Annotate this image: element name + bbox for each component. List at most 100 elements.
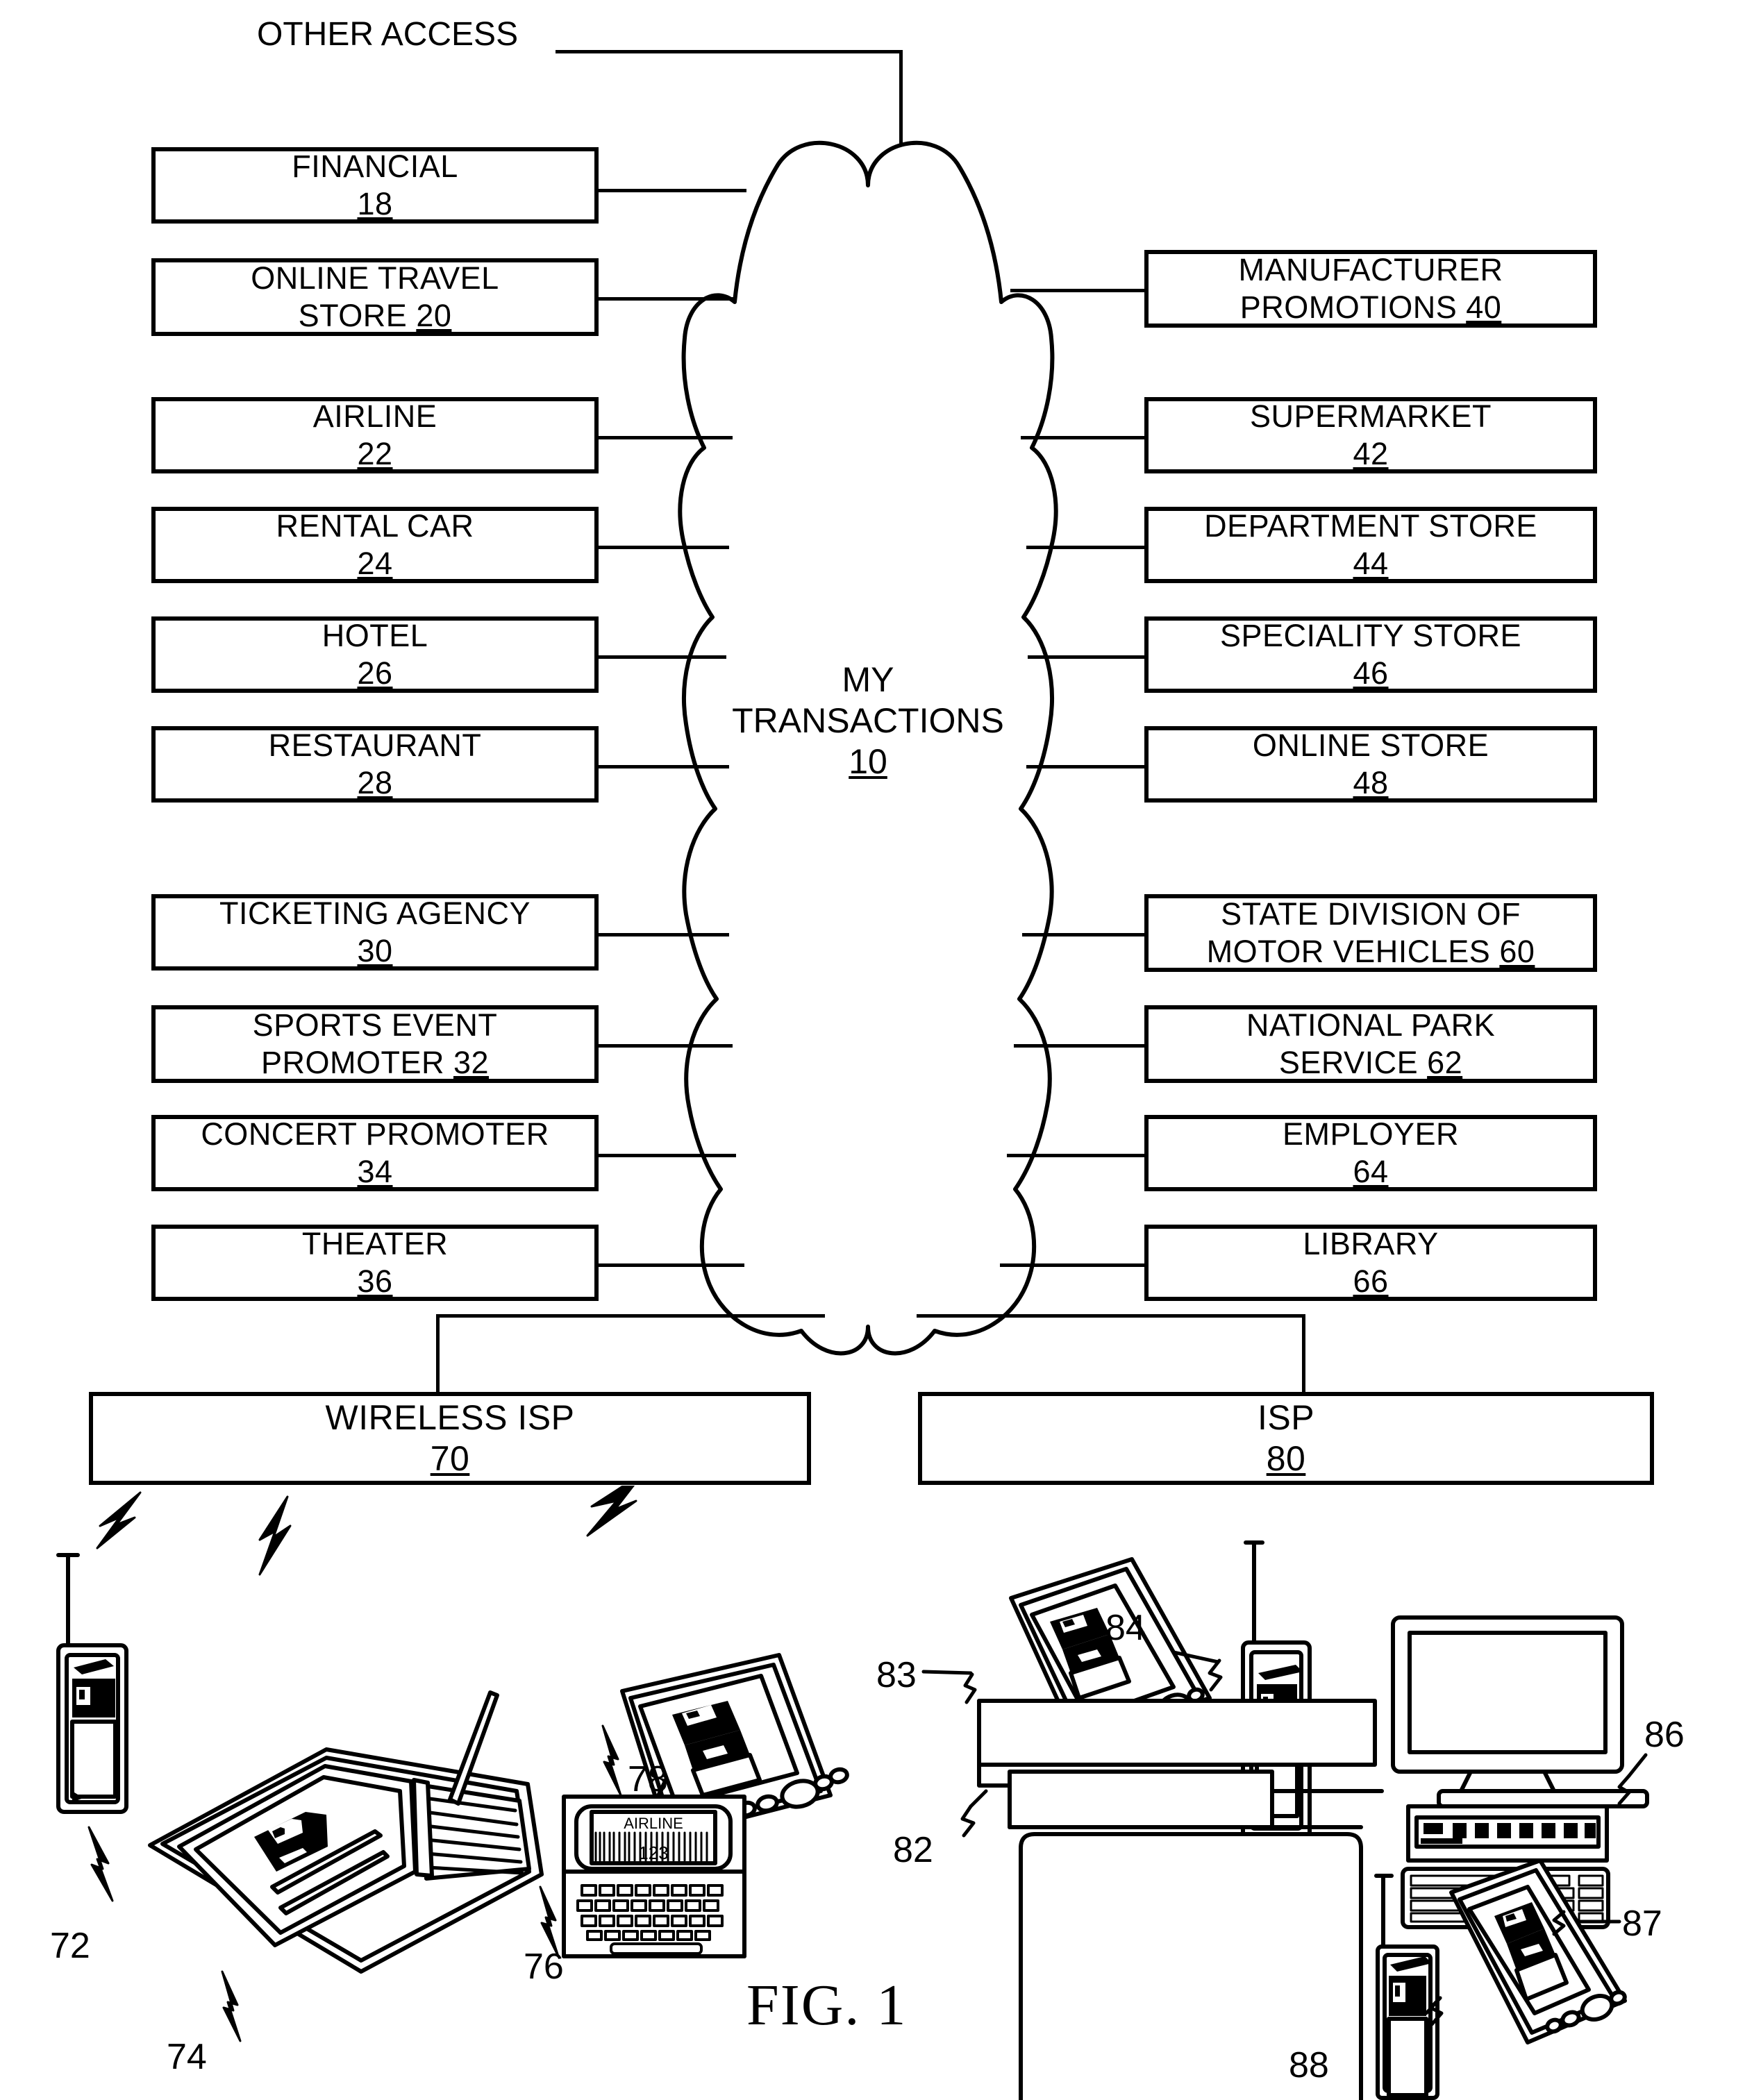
node-national-park-service-title: NATIONAL PARK bbox=[1246, 1007, 1496, 1043]
node-supermarket-ref: 42 bbox=[1353, 436, 1389, 471]
node-online-store[interactable]: ONLINE STORE 48 bbox=[1144, 726, 1597, 803]
hub-cloud: MY TRANSACTIONS 10 bbox=[660, 121, 1076, 1378]
node-supermarket[interactable]: SUPERMARKET 42 bbox=[1144, 397, 1597, 473]
node-financial-ref: 18 bbox=[357, 186, 393, 221]
node-manufacturer-promotions-title: MANUFACTURER bbox=[1238, 252, 1503, 288]
leader-line-82 bbox=[960, 1804, 976, 1838]
leader-line-84 bbox=[1208, 1658, 1223, 1692]
node-speciality-store[interactable]: SPECIALITY STORE 46 bbox=[1144, 616, 1597, 693]
node-rental-car[interactable]: RENTAL CAR 24 bbox=[151, 507, 599, 583]
node-concert-promoter-ref: 34 bbox=[357, 1154, 393, 1189]
leader-line-76 bbox=[539, 1885, 560, 1958]
wireless-isp-connector-vertical bbox=[436, 1314, 440, 1394]
node-employer-ref: 64 bbox=[1353, 1154, 1389, 1189]
ref-number-86: 86 bbox=[1644, 1715, 1685, 1755]
figure-caption: FIG. 1 bbox=[746, 1973, 908, 2038]
node-theater[interactable]: THEATER 36 bbox=[151, 1225, 599, 1301]
ticket-title-text: AIRLINE bbox=[624, 1815, 683, 1832]
node-rental-car-title: RENTAL CAR bbox=[276, 508, 474, 544]
node-concert-promoter[interactable]: CONCERT PROMOTER 34 bbox=[151, 1115, 599, 1191]
node-department-store-ref: 44 bbox=[1353, 546, 1389, 581]
connector-supermarket bbox=[1021, 436, 1146, 439]
node-department-store-title: DEPARTMENT STORE bbox=[1204, 508, 1537, 544]
node-isp[interactable]: ISP 80 bbox=[918, 1392, 1654, 1485]
connector-restaurant bbox=[597, 765, 729, 768]
node-concert-promoter-title: CONCERT PROMOTER bbox=[201, 1116, 549, 1152]
node-speciality-store-title: SPECIALITY STORE bbox=[1220, 618, 1521, 654]
leader-line-72 bbox=[87, 1826, 114, 1902]
ticket-terminal-76: AIRLINE 123 bbox=[562, 1795, 746, 1958]
node-airline[interactable]: AIRLINE 22 bbox=[151, 397, 599, 473]
ref-number-82: 82 bbox=[893, 1830, 933, 1870]
ref-number-88: 88 bbox=[1289, 2045, 1329, 2085]
leader-line-83 bbox=[963, 1672, 977, 1704]
node-supermarket-title: SUPERMARKET bbox=[1249, 398, 1492, 435]
node-ticketing-agency-ref: 30 bbox=[357, 933, 393, 968]
node-online-travel-store[interactable]: ONLINE TRAVEL STORE 20 bbox=[151, 258, 599, 336]
node-theater-ref: 36 bbox=[357, 1263, 393, 1299]
ref-number-84: 84 bbox=[1105, 1608, 1146, 1648]
connector-online-travel-store bbox=[597, 297, 736, 301]
node-ticketing-agency[interactable]: TICKETING AGENCY 30 bbox=[151, 894, 599, 971]
node-rental-car-ref: 24 bbox=[357, 546, 393, 581]
node-wireless-isp[interactable]: WIRELESS ISP 70 bbox=[89, 1392, 811, 1485]
node-ticketing-agency-title: TICKETING AGENCY bbox=[219, 896, 531, 932]
connector-department-store bbox=[1026, 546, 1146, 549]
node-airline-ref: 22 bbox=[357, 436, 393, 471]
wireless-phone-72 bbox=[56, 1553, 128, 1814]
node-restaurant[interactable]: RESTAURANT 28 bbox=[151, 726, 599, 803]
node-sports-event-promoter-title: SPORTS EVENT bbox=[252, 1007, 498, 1043]
node-state-division-motor-vehicles-ref: MOTOR VEHICLES 60 bbox=[1206, 934, 1535, 969]
ref-number-83: 83 bbox=[876, 1655, 917, 1695]
node-state-division-motor-vehicles[interactable]: STATE DIVISION OF MOTOR VEHICLES 60 bbox=[1144, 894, 1597, 972]
node-speciality-store-ref: 46 bbox=[1353, 655, 1389, 691]
rf-signal-icon-2 bbox=[258, 1495, 292, 1576]
node-online-travel-store-ref: STORE 20 bbox=[298, 298, 452, 333]
node-manufacturer-promotions-ref: PROMOTIONS 40 bbox=[1239, 289, 1502, 325]
node-financial[interactable]: FINANCIAL 18 bbox=[151, 147, 599, 224]
node-hotel-title: HOTEL bbox=[322, 618, 428, 654]
node-isp-ref: 80 bbox=[1266, 1439, 1306, 1478]
connector-theater bbox=[597, 1263, 744, 1267]
connector-hotel bbox=[597, 655, 726, 659]
node-isp-title: ISP bbox=[1257, 1398, 1315, 1437]
desk-surface-82 bbox=[977, 1699, 1384, 2100]
connector-state-division-motor-vehicles bbox=[1022, 933, 1146, 936]
rf-signal-icon bbox=[96, 1491, 142, 1549]
node-department-store[interactable]: DEPARTMENT STORE 44 bbox=[1144, 507, 1597, 583]
rf-signal-icon-4 bbox=[601, 1724, 622, 1797]
node-hotel[interactable]: HOTEL 26 bbox=[151, 616, 599, 693]
rf-signal-icon-3 bbox=[586, 1486, 637, 1537]
leader-line-74 bbox=[221, 1970, 242, 2042]
ref-number-78: 78 bbox=[628, 1759, 668, 1799]
wireless-isp-connector-horizontal bbox=[436, 1314, 825, 1318]
node-library[interactable]: LIBRARY 66 bbox=[1144, 1225, 1597, 1301]
node-wireless-isp-title: WIRELESS ISP bbox=[325, 1398, 575, 1437]
node-state-division-motor-vehicles-title: STATE DIVISION OF bbox=[1221, 896, 1521, 932]
node-theater-title: THEATER bbox=[301, 1226, 449, 1262]
connector-sports-event-promoter bbox=[597, 1044, 733, 1048]
connector-employer bbox=[1007, 1154, 1146, 1157]
node-employer[interactable]: EMPLOYER 64 bbox=[1144, 1115, 1597, 1191]
hub-cloud-label: MY TRANSACTIONS 10 bbox=[660, 660, 1076, 782]
ref-number-76: 76 bbox=[524, 1947, 564, 1987]
node-library-ref: 66 bbox=[1353, 1263, 1389, 1299]
other-access-connector-horizontal bbox=[556, 50, 903, 53]
ref-number-87: 87 bbox=[1622, 1904, 1662, 1944]
node-restaurant-title: RESTAURANT bbox=[268, 728, 482, 764]
node-online-store-ref: 48 bbox=[1353, 765, 1389, 800]
node-employer-title: EMPLOYER bbox=[1282, 1116, 1460, 1152]
hub-line-1: MY bbox=[842, 660, 894, 699]
node-national-park-service[interactable]: NATIONAL PARK SERVICE 62 bbox=[1144, 1005, 1597, 1083]
node-sports-event-promoter-ref: PROMOTER 32 bbox=[260, 1045, 490, 1080]
connector-concert-promoter bbox=[597, 1154, 736, 1157]
node-sports-event-promoter[interactable]: SPORTS EVENT PROMOTER 32 bbox=[151, 1005, 599, 1083]
connector-manufacturer-promotions bbox=[1010, 289, 1146, 292]
hub-line-2: TRANSACTIONS bbox=[732, 701, 1004, 740]
node-airline-title: AIRLINE bbox=[312, 398, 437, 435]
connector-speciality-store bbox=[1028, 655, 1146, 659]
node-online-travel-store-title: ONLINE TRAVEL bbox=[251, 260, 499, 296]
connector-rental-car bbox=[597, 546, 729, 549]
node-manufacturer-promotions[interactable]: MANUFACTURER PROMOTIONS 40 bbox=[1144, 250, 1597, 328]
node-national-park-service-ref: SERVICE 62 bbox=[1278, 1045, 1463, 1080]
